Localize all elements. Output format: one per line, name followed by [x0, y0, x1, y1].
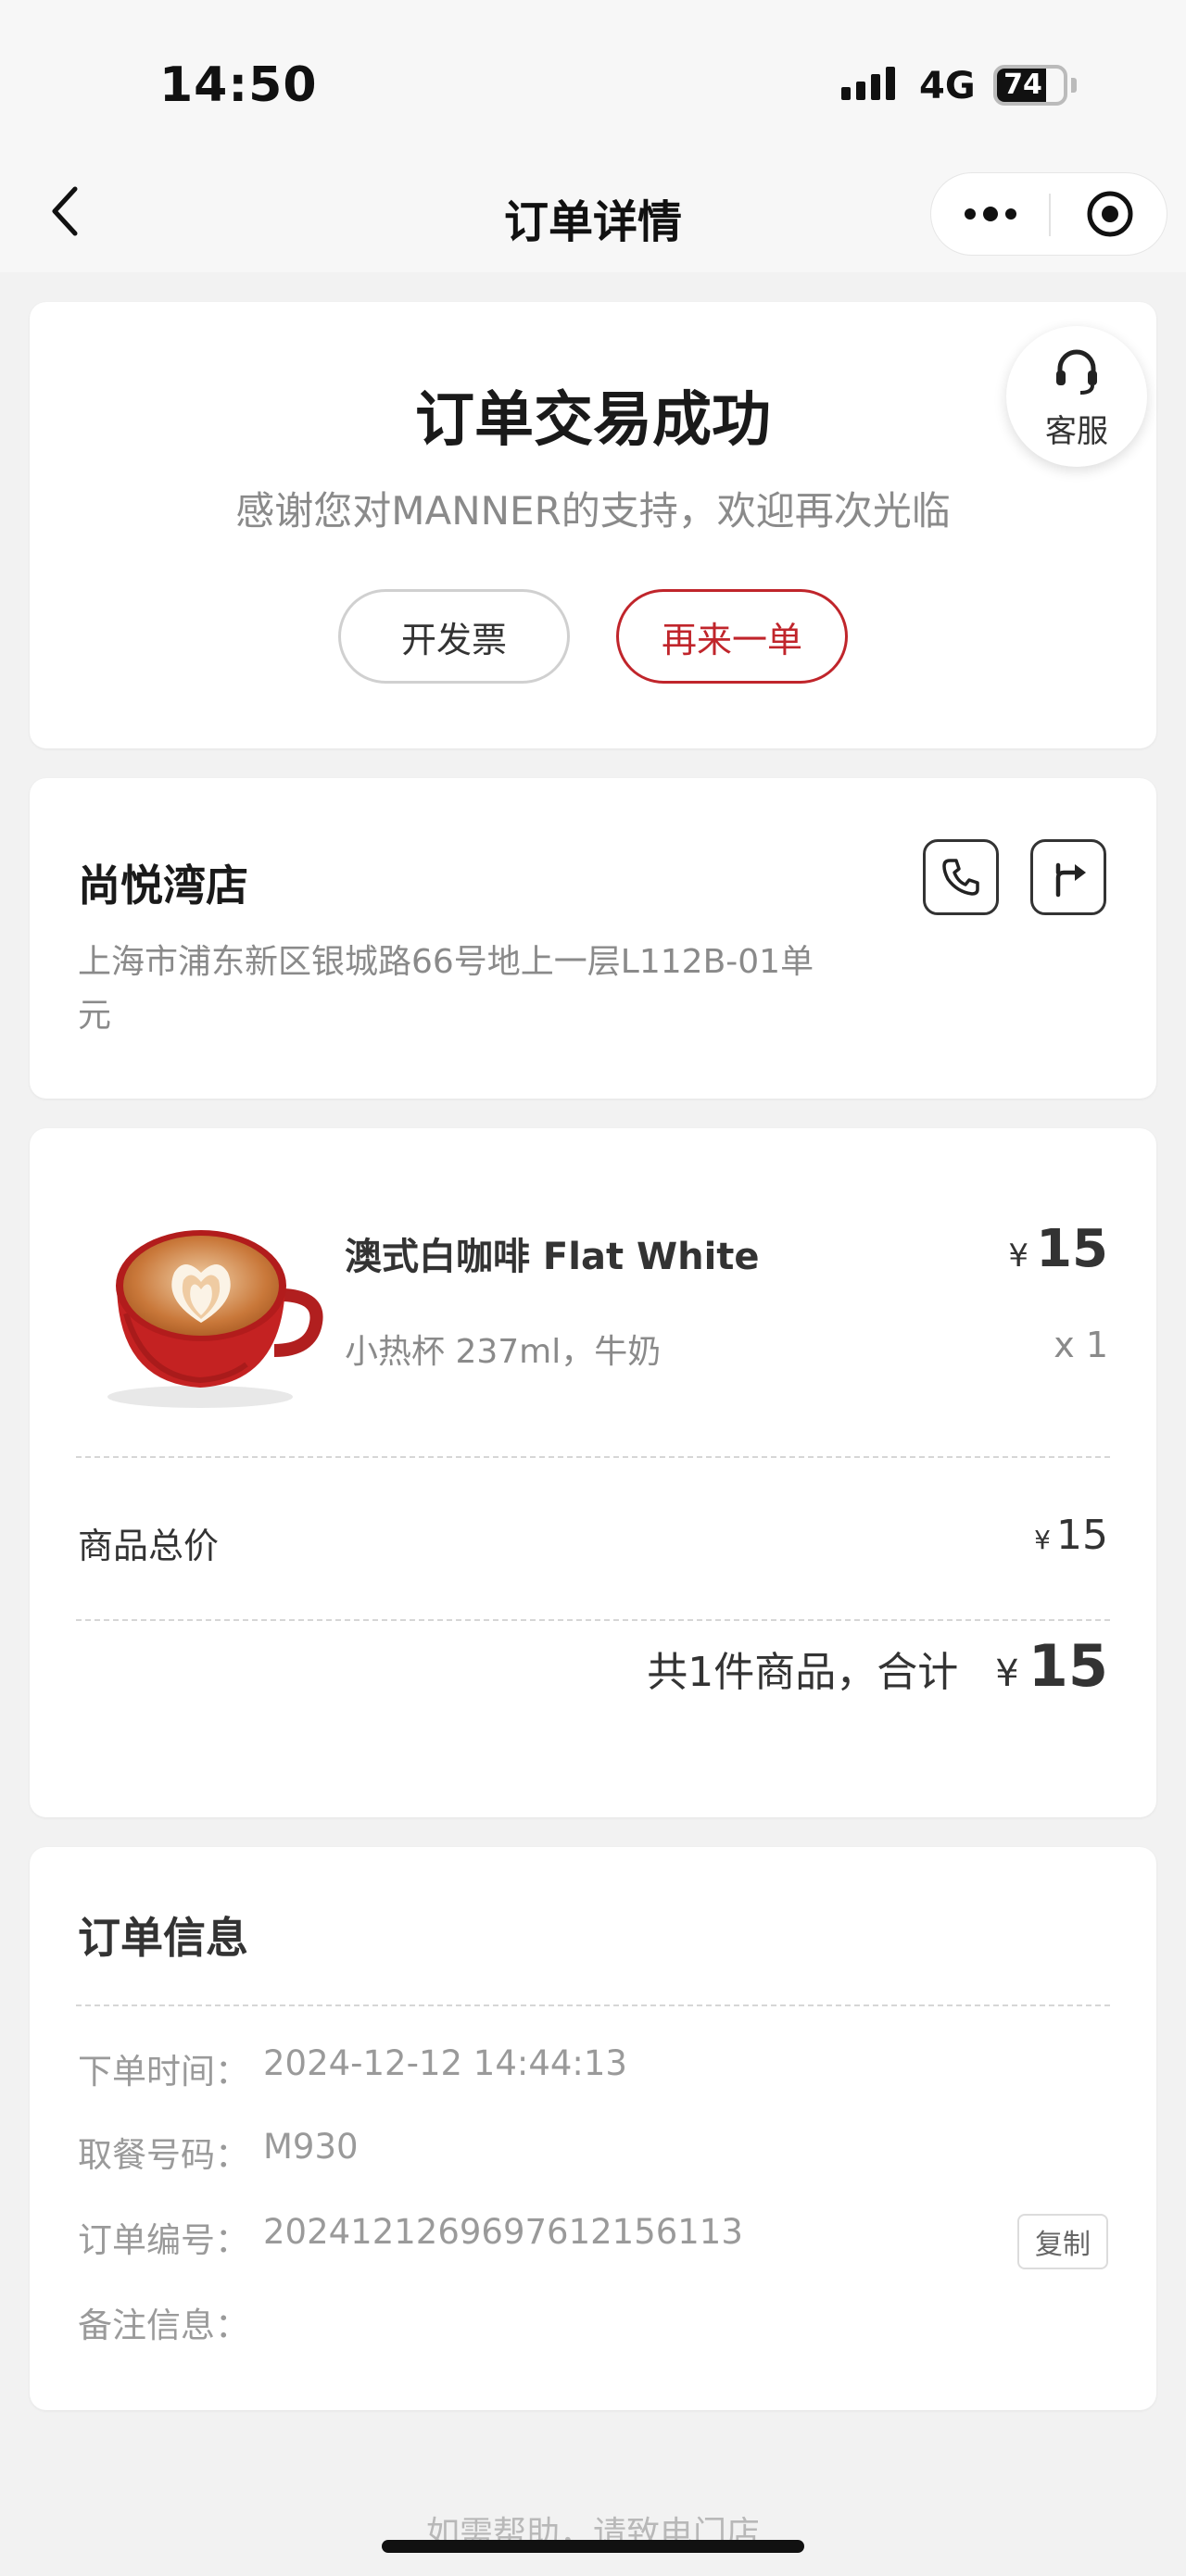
product-price: ¥15	[1008, 1219, 1108, 1279]
signal-icon	[841, 67, 895, 100]
customer-service-button[interactable]: 客服	[1006, 326, 1147, 467]
order-time-label: 下单时间：	[78, 2052, 249, 2092]
product-quantity: x 1	[1054, 1325, 1108, 1365]
order-number-row: 订单编号： 20241212696976121561​13	[78, 2212, 743, 2262]
directions-icon	[1055, 862, 1086, 898]
subtotal-label: 商品总价	[78, 1526, 220, 1566]
currency-symbol: ¥	[995, 1652, 1019, 1695]
store-address: 上海市浦东新区银城路66号地上一层L112B-01单元	[78, 943, 814, 1035]
order-time-row: 下单时间： 2024-12-12 14:44:13	[78, 2043, 627, 2093]
divider	[76, 1619, 1110, 1621]
reorder-button[interactable]: 再来一单	[616, 589, 848, 684]
pickup-code-row: 取餐号码： M930	[78, 2127, 359, 2177]
more-button[interactable]	[931, 173, 1049, 255]
divider	[76, 2004, 1110, 2006]
pickup-code-value: M930	[263, 2127, 359, 2167]
order-status-card: 订单交易成功 感谢您对MANNER的支持，欢迎再次光临 开发票 再来一单	[30, 302, 1156, 748]
home-indicator[interactable]	[382, 2540, 804, 2553]
remarks-label: 备注信息：	[78, 2306, 249, 2345]
status-time: 14:50	[159, 57, 318, 113]
thank-you-text: 感谢您对MANNER的支持，欢迎再次光临	[235, 488, 951, 534]
navigate-button[interactable]	[1030, 839, 1106, 915]
target-close-icon	[1087, 191, 1132, 237]
store-name: 尚悦湾店	[78, 861, 248, 911]
customer-service-label: 客服	[1045, 413, 1108, 450]
call-store-button[interactable]	[923, 839, 999, 915]
order-status-title: 订单交易成功	[415, 386, 771, 455]
pickup-code-label: 取餐号码：	[78, 2135, 249, 2175]
battery-icon: 74	[993, 65, 1067, 106]
latte-cup-image	[107, 1230, 323, 1408]
subtotal-amount: 15	[1056, 1512, 1108, 1559]
battery-tip	[1071, 78, 1077, 93]
order-number-value: 20241212696976121561​13	[263, 2212, 743, 2252]
product-spec: 小热杯 237ml，牛奶	[345, 1333, 662, 1371]
battery-level: 74	[1003, 69, 1042, 101]
product-name: 澳式白咖啡 Flat White	[345, 1236, 760, 1278]
phone-icon	[942, 859, 979, 896]
total-amount: 15	[1028, 1632, 1108, 1700]
close-miniprogram-button[interactable]	[1051, 173, 1168, 255]
currency-symbol: ¥	[1034, 1525, 1051, 1555]
price-value: 15	[1036, 1219, 1108, 1279]
total-text: 共1件商品，合计	[647, 1649, 959, 1696]
order-time-value: 2024-12-12 14:44:13	[263, 2043, 627, 2083]
divider	[76, 1456, 1110, 1458]
order-info-card: 订单信息 下单时间： 2024-12-12 14:44:13 取餐号码： M93…	[30, 1847, 1156, 2410]
store-card: 尚悦湾店 上海市浦东新区银城路66号地上一层L112B-01单元	[30, 778, 1156, 1099]
product-card: 澳式白咖啡 Flat White 小热杯 237ml，牛奶 ¥15 x 1 商品…	[30, 1128, 1156, 1817]
order-total: 共1件商品，合计 ¥ 15	[647, 1632, 1108, 1700]
invoice-button[interactable]: 开发票	[338, 589, 570, 684]
remarks-row: 备注信息：	[78, 2297, 263, 2347]
currency-symbol: ¥	[1008, 1238, 1029, 1275]
subtotal-value: ¥15	[1034, 1512, 1108, 1559]
miniprogram-capsule	[930, 172, 1167, 256]
status-bar: 14:50 4G 74	[0, 0, 1186, 157]
nav-bar: 订单详情	[0, 157, 1186, 272]
headset-icon	[1056, 349, 1097, 395]
copy-order-number-button[interactable]: 复制	[1017, 2214, 1108, 2269]
network-type: 4G	[919, 65, 976, 107]
order-info-title: 订单信息	[78, 1913, 248, 1963]
order-number-label: 订单编号：	[78, 2220, 249, 2260]
